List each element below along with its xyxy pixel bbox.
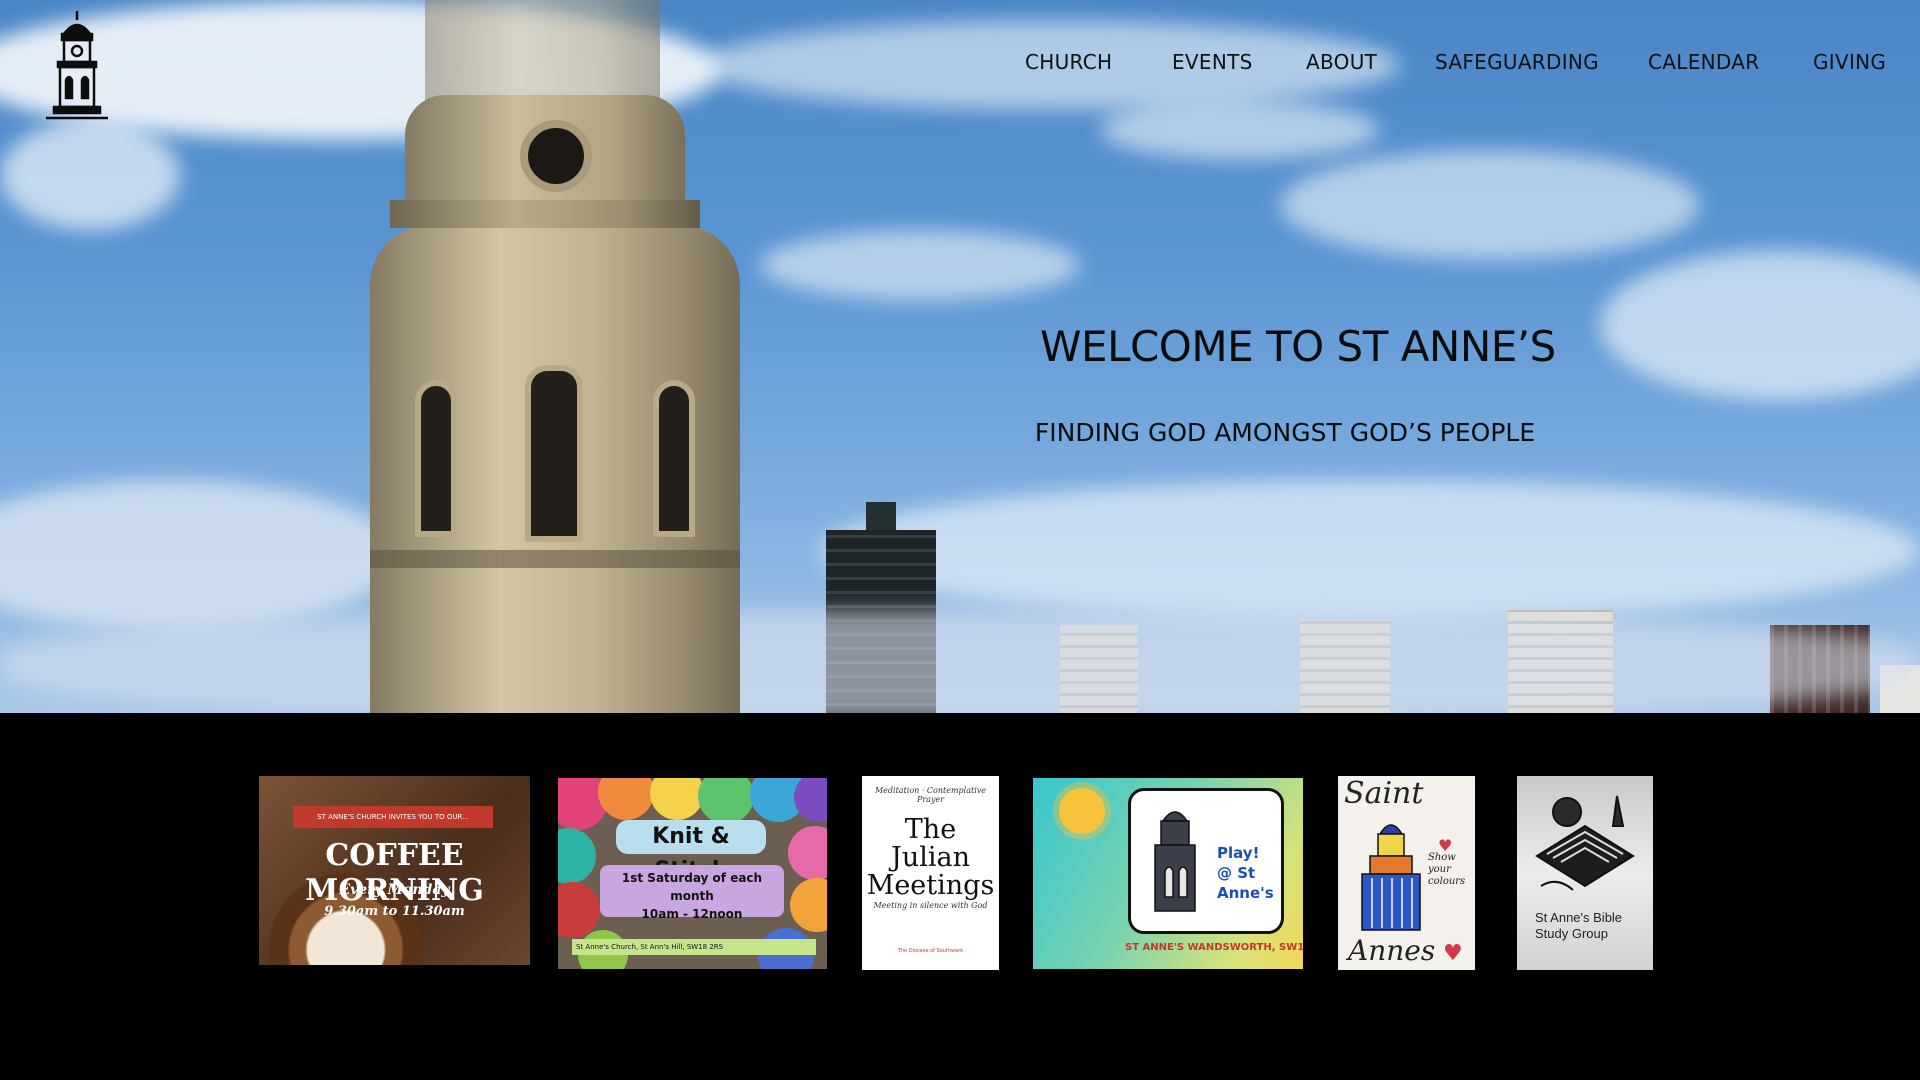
yarn-ball — [558, 882, 600, 938]
cloud — [820, 480, 1920, 620]
yarn-ball — [794, 778, 827, 822]
church-illustration — [1361, 824, 1421, 931]
tower-window — [415, 380, 457, 537]
tower-window — [525, 365, 583, 542]
hero-banner: WELCOME TO ST ANNE’S FINDING GOD AMONGST… — [0, 0, 1920, 713]
bible-study-label: St Anne's Bible Study Group — [1535, 910, 1623, 941]
knit-stitch-card[interactable]: Knit & Stitch 1st Saturday of each month… — [558, 778, 827, 969]
heart-icon: ♥ — [1443, 941, 1463, 966]
nav-calendar[interactable]: CALENDAR — [1648, 50, 1759, 74]
tower-band — [370, 550, 740, 568]
knit-schedule: 1st Saturday of each month 10am - 12noon — [600, 865, 784, 921]
play-panel: Play! @ St Anne's — [1128, 788, 1284, 934]
cloud — [760, 230, 1080, 300]
bible-study-card[interactable]: St Anne's Bible Study Group — [1517, 776, 1653, 970]
bible-illustration — [1535, 795, 1635, 891]
coffee-morning-card[interactable]: ST ANNE'S CHURCH INVITES YOU TO OUR... C… — [259, 776, 530, 965]
cloud — [1100, 100, 1380, 160]
nav-events[interactable]: EVENTS — [1172, 50, 1253, 74]
knit-schedule-day: 1st Saturday of each month — [621, 871, 763, 903]
julian-footer: The Diocese of Southwark — [897, 948, 964, 954]
knit-schedule-time: 10am - 12noon — [641, 907, 743, 921]
julian-tagline-bottom: Meeting in silence with God — [873, 901, 988, 910]
yarn-ball — [790, 878, 827, 932]
tower-cornice — [390, 200, 700, 228]
cloud — [0, 480, 400, 630]
yarn-ball — [788, 826, 827, 880]
yarn-ball — [558, 828, 596, 884]
saint-text: Saint — [1344, 776, 1424, 811]
nav-giving[interactable]: GIVING — [1813, 50, 1886, 74]
coffee-time: 9.30am to 11.30am — [324, 904, 465, 919]
julian-tagline-top: Meditation · Contemplative Prayer — [874, 786, 987, 804]
play-subtitle: @ St Anne's — [1217, 864, 1274, 902]
coffee-banner: ST ANNE'S CHURCH INVITES YOU TO OUR... — [293, 806, 493, 828]
main-nav: CHURCH EVENTS ABOUT SAFEGUARDING CALENDA… — [0, 50, 1920, 80]
play-title: Play! — [1217, 844, 1260, 862]
knit-title: Knit & Stitch — [616, 820, 766, 883]
knit-panel: Knit & Stitch 1st Saturday of each month… — [598, 810, 786, 940]
saint-side-text: Show your colours — [1428, 852, 1466, 887]
nav-about[interactable]: ABOUT — [1306, 50, 1377, 74]
julian-title: The Julian Meetings — [866, 814, 995, 901]
tower-oculus — [520, 120, 592, 192]
coffee-day: Every Monday — [339, 882, 450, 898]
haze — [0, 610, 1920, 713]
play-footer: ST ANNE'S WANDSWORTH, SW18 2RS — [1125, 942, 1303, 953]
play-card[interactable]: Play! @ St Anne's ST ANNE'S WANDSWORTH, … — [1033, 778, 1303, 969]
tower-window — [653, 380, 695, 537]
church-tower-icon — [1154, 811, 1196, 912]
annes-text: Annes — [1348, 934, 1436, 967]
sun-icon — [1059, 788, 1105, 834]
cloud — [1280, 150, 1700, 260]
julian-meetings-card[interactable]: Meditation · Contemplative Prayer The Ju… — [862, 776, 999, 970]
cloud — [0, 120, 180, 230]
cloud — [1600, 250, 1920, 400]
church-tower-photo — [370, 0, 740, 713]
hero-title: WELCOME TO ST ANNE’S — [1040, 322, 1556, 371]
nav-safeguarding[interactable]: SAFEGUARDING — [1435, 50, 1599, 74]
play-text: Play! @ St Anne's — [1217, 843, 1281, 903]
saint-annes-card[interactable]: Saint ♥ Show your colours Annes ♥ — [1338, 776, 1475, 970]
nav-church[interactable]: CHURCH — [1025, 50, 1112, 74]
hero-subtitle: FINDING GOD AMONGST GOD’S PEOPLE — [1034, 418, 1536, 447]
knit-footer: St Anne's Church, St Ann's Hill, SW18 2R… — [572, 939, 816, 955]
